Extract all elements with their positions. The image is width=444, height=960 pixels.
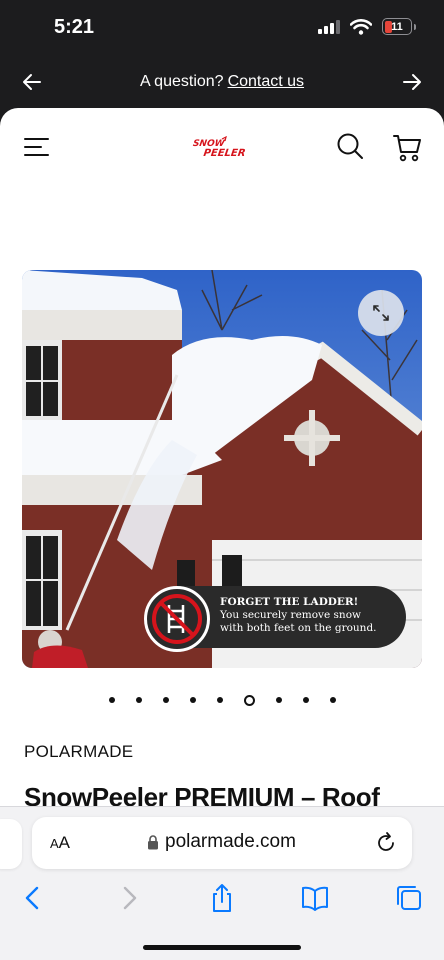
text-size-button[interactable]: AA bbox=[50, 833, 70, 853]
status-icons: 11 bbox=[318, 18, 416, 35]
url-display[interactable]: polarmade.com bbox=[147, 831, 296, 853]
carousel-dot[interactable] bbox=[135, 697, 142, 703]
lock-icon bbox=[148, 834, 158, 849]
text-size-large-a: A bbox=[58, 833, 71, 852]
carousel-dot[interactable] bbox=[302, 697, 309, 703]
carousel-dot[interactable] bbox=[189, 697, 196, 703]
battery-level: 11 bbox=[391, 20, 403, 33]
address-bar[interactable]: AA polarmade.com bbox=[32, 817, 412, 869]
product-image[interactable]: FORGET THE LADDER! You securely remove s… bbox=[22, 270, 422, 668]
browser-nav-row bbox=[0, 879, 444, 919]
share-icon[interactable] bbox=[207, 883, 237, 913]
page-content: SNOW PEELER FORGET THE LADDER! You secur… bbox=[0, 108, 444, 828]
carousel-dot[interactable] bbox=[108, 697, 115, 703]
reload-icon[interactable] bbox=[374, 831, 398, 855]
status-time: 5:21 bbox=[54, 16, 95, 38]
bookmarks-icon[interactable] bbox=[300, 883, 330, 913]
cart-icon[interactable] bbox=[392, 132, 422, 162]
contact-us-link[interactable]: Contact us bbox=[228, 73, 304, 91]
url-text: polarmade.com bbox=[165, 831, 296, 852]
menu-icon[interactable] bbox=[24, 136, 50, 158]
carousel-dot[interactable] bbox=[275, 697, 282, 703]
tabs-icon[interactable] bbox=[394, 883, 424, 913]
callout-heading: FORGET THE LADDER! bbox=[220, 596, 359, 608]
forward-icon[interactable] bbox=[114, 883, 144, 913]
logo-text-line2: PEELER bbox=[203, 148, 246, 159]
product-vendor[interactable]: POLARMADE bbox=[24, 742, 133, 762]
carousel-dot[interactable] bbox=[216, 697, 223, 703]
search-icon[interactable] bbox=[336, 132, 364, 160]
previous-tab-peek[interactable] bbox=[0, 819, 22, 869]
carousel-dot[interactable] bbox=[162, 697, 169, 703]
snowpeeler-logo[interactable]: SNOW PEELER bbox=[192, 136, 252, 160]
back-icon[interactable] bbox=[18, 883, 48, 913]
carousel-dot-active[interactable] bbox=[243, 694, 255, 706]
cellular-signal-icon bbox=[318, 19, 340, 34]
browser-toolbar: AA polarmade.com bbox=[0, 806, 444, 960]
carousel-dot[interactable] bbox=[329, 697, 336, 703]
callout-line-1: You securely remove snow bbox=[220, 609, 362, 621]
callout-line-2: with both feet on the ground. bbox=[220, 622, 377, 634]
announcement-text: A question? bbox=[139, 73, 224, 90]
arrow-right-icon[interactable] bbox=[400, 70, 424, 94]
expand-icon bbox=[373, 305, 389, 321]
announcement-bar: A question? Contact us bbox=[0, 56, 444, 108]
wifi-icon bbox=[350, 18, 372, 35]
text-size-small-a: A bbox=[50, 836, 59, 851]
battery-icon: 11 bbox=[382, 18, 416, 35]
expand-image-button[interactable] bbox=[358, 290, 404, 336]
callout-text: FORGET THE LADDER! You securely remove s… bbox=[220, 596, 400, 635]
arrow-left-icon[interactable] bbox=[20, 70, 44, 94]
status-bar: 5:21 11 bbox=[0, 0, 444, 56]
carousel-dots bbox=[0, 692, 444, 708]
no-ladder-icon bbox=[144, 586, 210, 652]
home-indicator bbox=[143, 945, 301, 950]
